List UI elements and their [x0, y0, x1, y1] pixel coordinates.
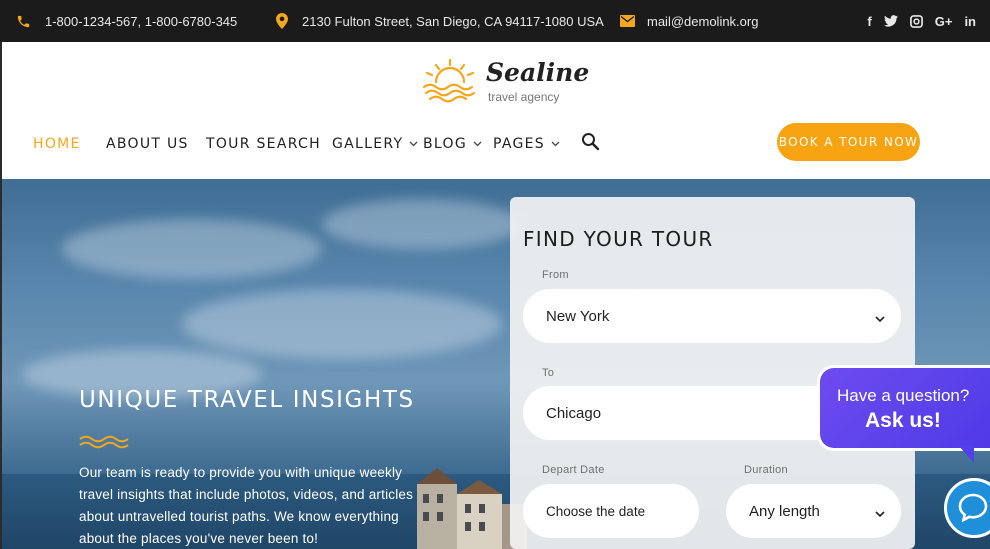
nav-item-label: ABOUT US: [106, 136, 189, 152]
chevron-down-icon: [551, 141, 560, 147]
phone-icon: [16, 14, 31, 29]
logo-tagline: travel agency: [488, 90, 560, 104]
chevron-down-icon: [473, 141, 482, 147]
twitter-icon[interactable]: [883, 15, 898, 27]
address-info: 2130 Fulton Street, San Diego, CA 94117-…: [276, 0, 604, 42]
nav-item-label: TOUR SEARCH: [206, 136, 321, 152]
chevron-down-icon: [875, 505, 885, 522]
location-pin-icon: [276, 13, 288, 29]
hero-title: UNIQUE TRAVEL INSIGHTS: [79, 387, 415, 413]
social-links: f G+ in: [867, 0, 976, 42]
address-text: 2130 Fulton Street, San Diego, CA 94117-…: [302, 13, 604, 29]
depart-date-label: Depart Date: [542, 464, 605, 476]
sun-wave-logo-icon: [422, 58, 476, 103]
cloud: [62, 219, 322, 279]
from-label: From: [542, 269, 569, 281]
chevron-down-icon: [409, 141, 418, 147]
chat-bubble-icon: [958, 493, 988, 522]
nav-item-label: GALLERY: [332, 136, 404, 152]
logo[interactable]: Sealine travel agency: [422, 58, 592, 108]
logo-name: Sealine: [486, 58, 590, 87]
phone-numbers[interactable]: 1-800-1234-567, 1-800-6780-345: [45, 14, 237, 29]
nav-item-label: HOME: [33, 136, 81, 152]
seaside-buildings-image: [417, 468, 527, 549]
nav-item-gallery[interactable]: GALLERY: [332, 132, 418, 156]
chat-prompt-bubble[interactable]: Have a question? Ask us!: [820, 368, 990, 448]
search-icon[interactable]: [581, 132, 601, 152]
email-info: mail@demolink.org: [620, 0, 758, 42]
duration-label: Duration: [744, 464, 788, 476]
phone-info: 1-800-1234-567, 1-800-6780-345: [16, 0, 237, 42]
cloud: [182, 289, 502, 359]
to-value: Chicago: [546, 404, 602, 422]
instagram-icon[interactable]: [909, 14, 923, 28]
nav-item-home[interactable]: HOME: [33, 132, 81, 156]
nav-item-tour-search[interactable]: TOUR SEARCH: [206, 132, 321, 156]
site-header: Sealine travel agency HOME ABOUT US TOUR…: [0, 42, 990, 179]
wave-divider-icon: [79, 435, 129, 449]
duration-select[interactable]: Any length: [726, 484, 901, 538]
from-value: New York: [546, 307, 610, 325]
from-select[interactable]: New York: [523, 289, 901, 343]
top-info-bar: 1-800-1234-567, 1-800-6780-345 2130 Fult…: [0, 0, 990, 42]
chat-bubble-tail: [958, 445, 974, 463]
panel-title: FIND YOUR TOUR: [523, 227, 714, 251]
chevron-down-icon: [875, 310, 885, 327]
chat-cta: Ask us!: [865, 409, 941, 432]
email-link[interactable]: mail@demolink.org: [647, 14, 758, 29]
linkedin-icon[interactable]: in: [964, 14, 976, 29]
nav-item-about-us[interactable]: ABOUT US: [106, 132, 189, 156]
facebook-icon[interactable]: f: [867, 14, 871, 29]
chat-question: Have a question?: [837, 386, 970, 405]
google-plus-icon[interactable]: G+: [935, 14, 953, 29]
mail-icon: [620, 15, 635, 27]
duration-value: Any length: [749, 502, 820, 520]
book-tour-button[interactable]: BOOK A TOUR NOW: [777, 123, 920, 161]
to-label: To: [542, 367, 555, 379]
nav-item-label: PAGES: [493, 136, 545, 152]
hero-description: Our team is ready to provide you with un…: [79, 465, 414, 546]
nav-item-blog[interactable]: BLOG: [423, 132, 482, 156]
depart-date-placeholder: Choose the date: [546, 503, 646, 519]
nav-item-pages[interactable]: PAGES: [493, 132, 560, 156]
nav-item-label: BLOG: [423, 136, 467, 152]
depart-date-field[interactable]: Choose the date: [523, 484, 699, 538]
cloud: [322, 199, 522, 249]
